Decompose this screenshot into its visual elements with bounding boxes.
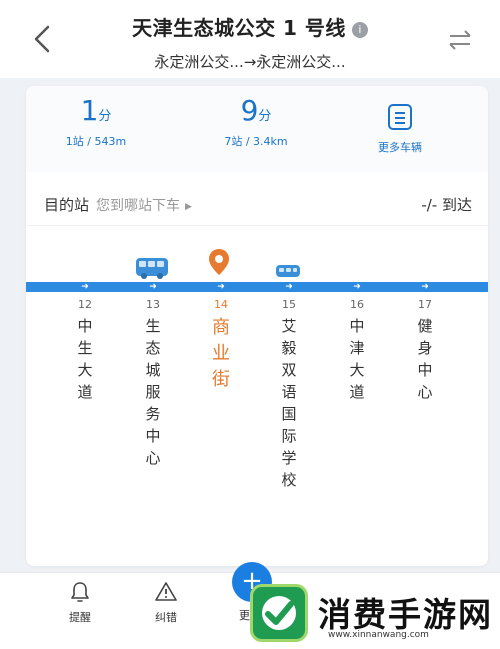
eta-unit: 分 [258, 109, 272, 124]
direction-arrow-icon: ➜ [149, 282, 157, 292]
watermark-url: www.xinnanwang.com [328, 630, 429, 640]
route-subtitle: 永定洲公交...→永定洲公交... [154, 53, 346, 71]
bell-icon [71, 582, 89, 602]
back-chevron-icon[interactable] [30, 24, 54, 54]
bus-icon[interactable] [136, 258, 168, 279]
stop-index: 13 [146, 298, 160, 311]
direction-arrow-icon: ➜ [217, 282, 225, 292]
stop-item[interactable]: 17 健 身 中 心 [410, 298, 440, 403]
stop-name: 中 生 大 道 [77, 317, 93, 401]
direction-arrow-icon: ➜ [353, 282, 361, 292]
bus-icon[interactable] [276, 265, 300, 277]
swap-direction-icon[interactable] [448, 28, 472, 52]
report-error-button[interactable]: 纠错 [136, 581, 196, 625]
list-icon [388, 104, 412, 130]
destination-label: 目的站 [44, 196, 90, 214]
chevron-right-icon: ▶ [185, 202, 192, 212]
watermark-logo-icon [250, 584, 308, 642]
title-block: 天津生态城公交 1 号线 i 永定洲公交...→永定洲公交... [80, 12, 420, 72]
direction-arrow-icon: ➜ [285, 282, 293, 292]
current-stop-item[interactable]: 14 商 业 街 [206, 298, 236, 393]
stop-index: 14 [214, 298, 228, 311]
stop-index: 12 [78, 298, 92, 311]
stop-name: 艾 毅 双 语 国 际 学 校 [281, 317, 297, 489]
destination-prompt: 您到哪站下车 [96, 198, 180, 214]
stop-index: 16 [350, 298, 364, 311]
stop-item[interactable]: 12 中 生 大 道 [70, 298, 100, 403]
more-vehicles-button[interactable]: 更多车辆 [340, 94, 460, 155]
warning-icon [155, 582, 177, 601]
arrival-time: -/- 到达 [421, 196, 472, 214]
remind-button[interactable]: 提醒 [50, 581, 110, 625]
remind-label: 提醒 [69, 611, 91, 624]
eta-minutes: 9 [240, 94, 259, 127]
line-title: 天津生态城公交 1 号线 [132, 16, 346, 40]
stop-index: 15 [282, 298, 296, 311]
second-bus-stat[interactable]: 9分 7站 / 3.4km [196, 94, 316, 149]
location-pin-icon [209, 249, 229, 275]
next-bus-stat[interactable]: 1分 1站 / 543m [36, 94, 156, 149]
route-card: 1分 1站 / 543m 9分 7站 / 3.4km 更多车辆 目的站 您到哪站… [26, 86, 488, 566]
watermark-title: 消费手游网 [318, 595, 493, 634]
stop-name: 商 业 街 [212, 317, 230, 390]
stop-name: 生 态 城 服 务 中 心 [145, 317, 161, 467]
direction-arrow-icon: ➜ [421, 282, 429, 292]
stop-item[interactable]: 15 艾 毅 双 语 国 际 学 校 [274, 298, 304, 491]
eta-unit: 分 [98, 109, 112, 124]
stop-name: 中 津 大 道 [349, 317, 365, 401]
stop-index: 17 [418, 298, 432, 311]
more-vehicles-label: 更多车辆 [378, 141, 422, 154]
page-title: 天津生态城公交 1 号线 i [80, 12, 420, 41]
eta-distance: 7站 / 3.4km [224, 135, 288, 148]
eta-distance: 1站 / 543m [65, 135, 127, 148]
watermark: 消费手游网 www.xinnanwang.com [244, 582, 496, 644]
destination-row[interactable]: 目的站 您到哪站下车 ▶ -/- 到达 [26, 182, 488, 226]
direction-arrow-icon: ➜ [81, 282, 89, 292]
destination-picker[interactable]: 您到哪站下车 ▶ [96, 195, 192, 215]
eta-minutes: 1 [80, 94, 99, 127]
stop-item[interactable]: 16 中 津 大 道 [342, 298, 372, 403]
arrival-stats: 1分 1站 / 543m 9分 7站 / 3.4km 更多车辆 [26, 86, 488, 172]
report-error-label: 纠错 [155, 611, 177, 624]
stop-name: 健 身 中 心 [417, 317, 433, 401]
stop-item[interactable]: 13 生 态 城 服 务 中 心 [138, 298, 168, 469]
header-bar: 天津生态城公交 1 号线 i 永定洲公交...→永定洲公交... [0, 0, 500, 78]
info-icon[interactable]: i [351, 22, 368, 38]
